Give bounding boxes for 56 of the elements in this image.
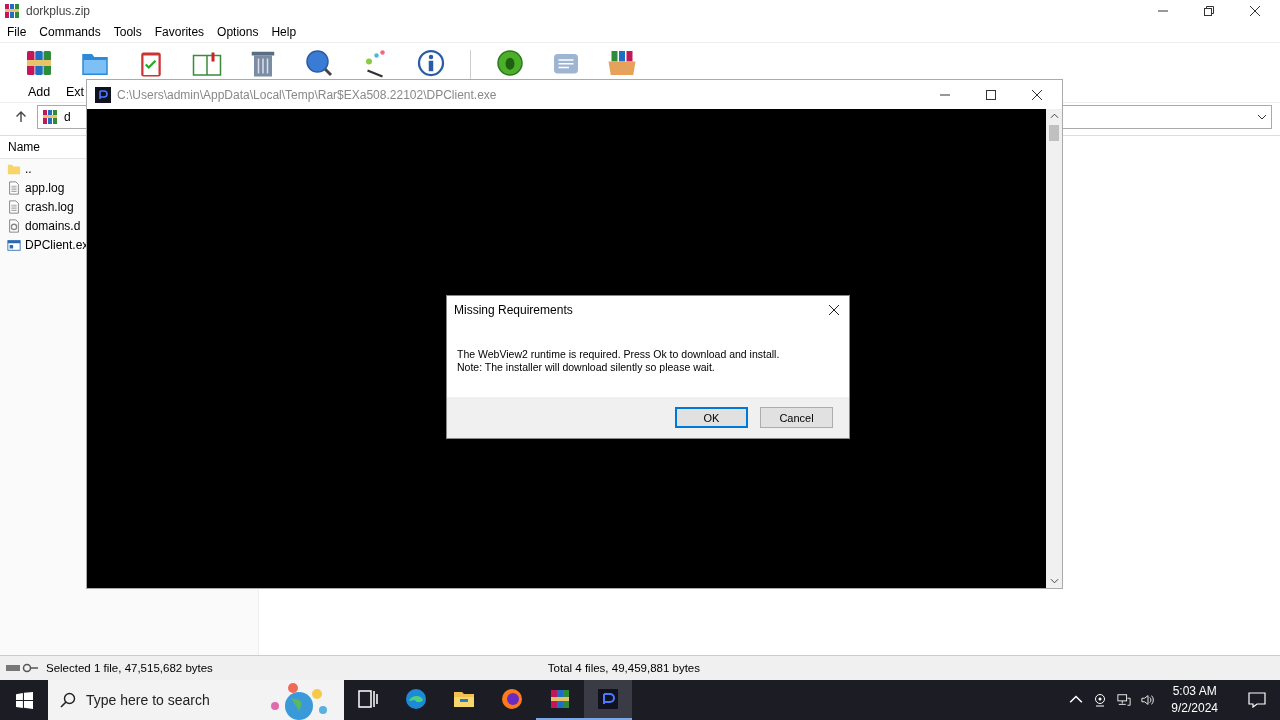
close-icon[interactable] [829, 305, 839, 315]
clock-time[interactable]: 5:03 AM [1172, 683, 1217, 700]
network-icon[interactable] [1117, 693, 1132, 707]
toolbar-label[interactable]: Ext [66, 85, 85, 99]
status-selection: Selected 1 file, 47,515,682 bytes [46, 662, 213, 674]
file-name[interactable]: domains.d [25, 218, 81, 233]
file-name[interactable]: crash.log [25, 199, 74, 214]
archive-icon [4, 3, 20, 19]
toolbar-label[interactable]: Add [27, 85, 51, 99]
search-bar[interactable]: Type here to search [48, 680, 344, 720]
menu-item[interactable]: File [7, 25, 27, 39]
archive-icon[interactable] [548, 687, 572, 711]
menu-item[interactable]: Help [271, 25, 297, 39]
window-title: C:\Users\admin\AppData\Local\Temp\Rar$EXa508.22102\DPClient.exe [117, 87, 497, 102]
webcam-icon[interactable] [1093, 693, 1108, 707]
windows-start-icon[interactable] [16, 691, 33, 709]
browser-icon[interactable] [404, 687, 428, 711]
window-title: dorkplus.zip [26, 4, 91, 18]
task-view-icon[interactable] [356, 687, 380, 711]
ok-button[interactable]: OK [675, 407, 748, 428]
app-logo-icon[interactable] [596, 687, 620, 711]
restore-icon[interactable] [1204, 6, 1214, 16]
dialog-message: The WebView2 runtime is required. Press Ok to download and install. [457, 348, 781, 361]
dropdown-caret-icon[interactable] [1257, 114, 1267, 120]
text-file-icon [7, 199, 21, 214]
column-header[interactable]: Name [8, 140, 40, 154]
scroll-thumb[interactable] [1049, 125, 1059, 141]
status-total: Total 4 files, 49,459,881 bytes [547, 662, 700, 674]
file-name[interactable]: app.log [25, 180, 65, 195]
menu-item[interactable]: Favorites [154, 25, 205, 39]
scroll-down-icon[interactable] [1049, 578, 1059, 584]
window-file-icon [7, 237, 21, 252]
menu-item[interactable]: Options [217, 25, 259, 39]
file-name[interactable]: DPClient.ex [25, 237, 89, 252]
scroll-up-icon[interactable] [1049, 113, 1059, 119]
close-icon[interactable] [1032, 89, 1042, 100]
speaker-icon[interactable] [1141, 693, 1156, 707]
dialog-message: Note: The installer will download silently so please wait. [457, 361, 716, 374]
maximize-icon[interactable] [986, 89, 996, 100]
notification-icon[interactable] [1248, 692, 1266, 708]
text-file-icon [7, 180, 21, 195]
app-taskbar-button[interactable] [584, 680, 632, 720]
up-arrow-icon[interactable] [15, 111, 27, 123]
search-icon [60, 692, 76, 708]
archive-icon [42, 109, 58, 125]
clock-date[interactable]: 9/2/2024 [1171, 700, 1218, 717]
file-name[interactable]: .. [25, 161, 32, 176]
close-icon[interactable] [1250, 6, 1260, 16]
cancel-button[interactable]: Cancel [760, 407, 833, 428]
app-logo-icon [95, 86, 111, 103]
menu-item[interactable]: Commands [39, 25, 101, 39]
drive-key-icon [4, 663, 40, 673]
scrollbar[interactable] [1046, 109, 1062, 588]
search-input[interactable]: Type here to search [84, 691, 253, 709]
dialog-title: Missing Requirements [454, 303, 573, 317]
menu-item[interactable]: Tools [113, 25, 142, 39]
